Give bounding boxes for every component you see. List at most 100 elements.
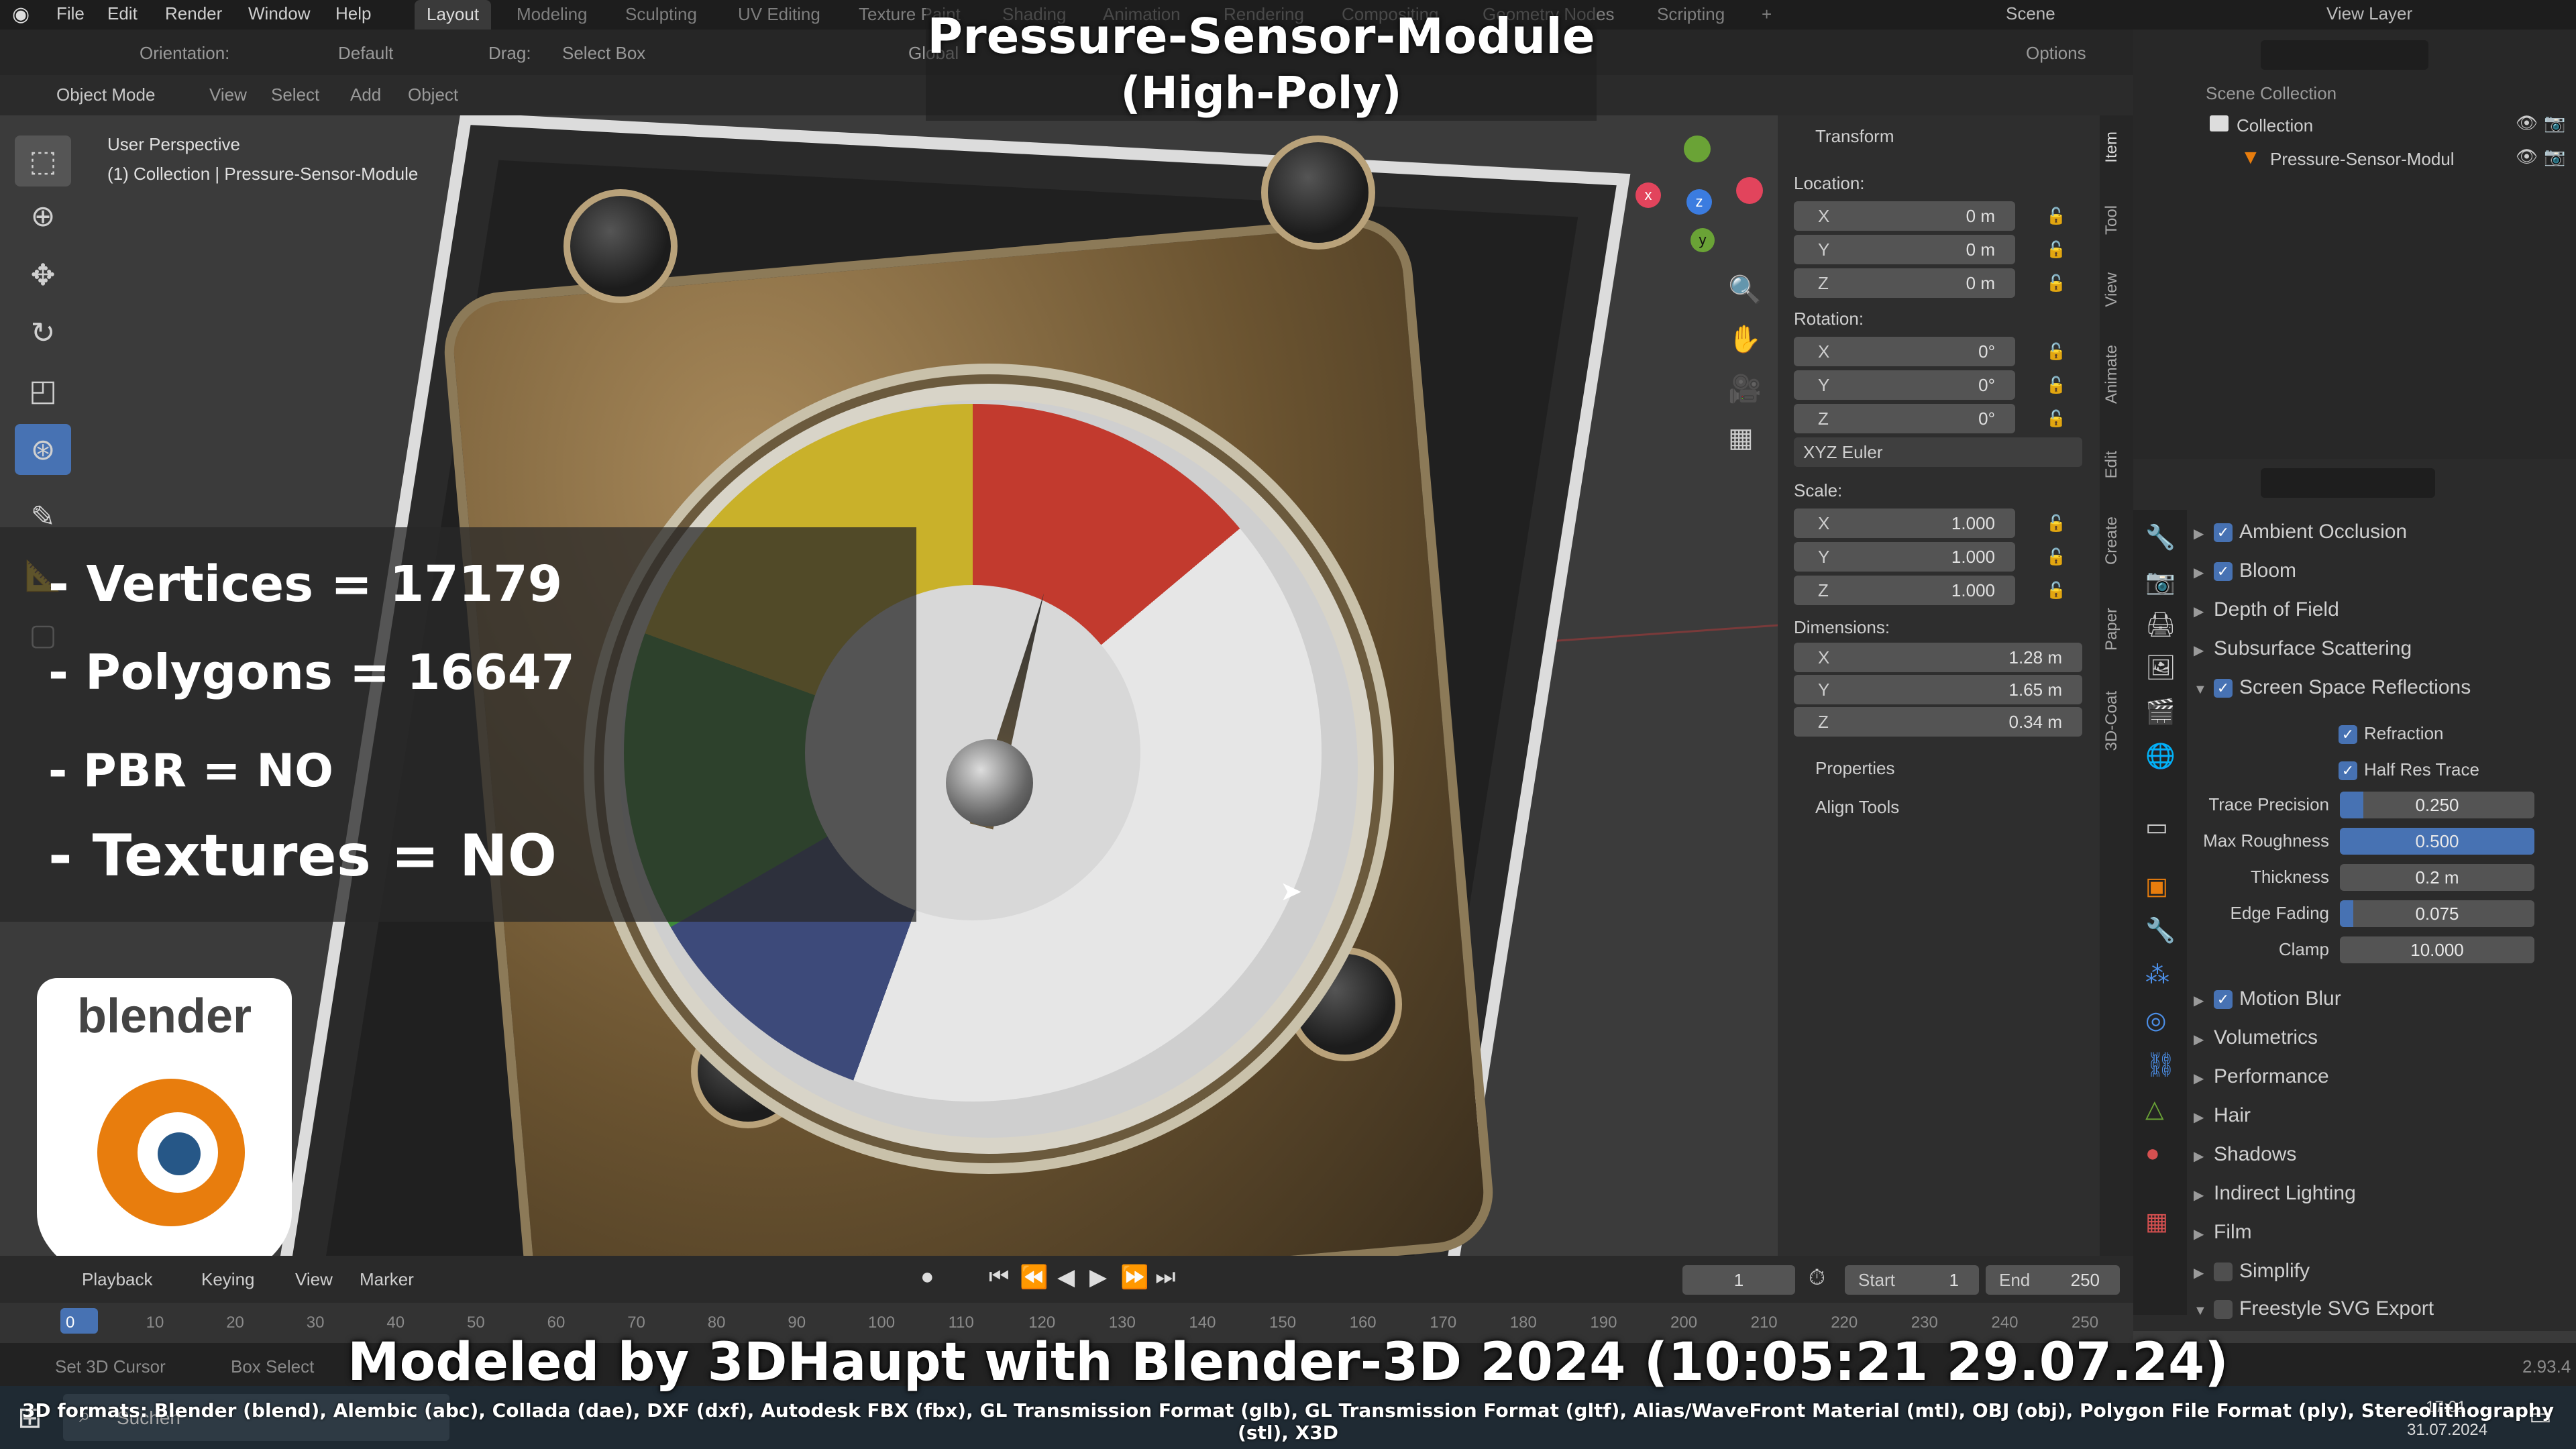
- transform-header[interactable]: Transform: [1815, 126, 1894, 147]
- clamp-field[interactable]: 10.000: [2340, 936, 2534, 963]
- data-tab-icon[interactable]: △: [2145, 1095, 2164, 1123]
- shadows-panel[interactable]: ▶ Shadows: [2194, 1138, 2296, 1171]
- performance-panel[interactable]: ▶ Performance: [2194, 1060, 2329, 1093]
- scale-z-field[interactable]: Z 1.000: [1794, 576, 2015, 605]
- render-tab-icon[interactable]: 📷: [2145, 568, 2176, 596]
- start-frame-field[interactable]: Start 1: [1845, 1265, 1979, 1295]
- current-frame-field[interactable]: 1: [1682, 1265, 1795, 1295]
- location-y-field[interactable]: Y 0 m: [1794, 235, 2015, 264]
- checkbox-unchecked[interactable]: [2214, 1263, 2233, 1282]
- camera-view-icon[interactable]: 🎥: [1728, 373, 1762, 405]
- edge-fading-slider[interactable]: 0.075: [2340, 900, 2534, 927]
- bloom-panel[interactable]: ▶ ✓ Bloom: [2194, 554, 2296, 588]
- checkbox-checked[interactable]: ✓: [2214, 562, 2233, 582]
- gizmo-neg-x-axis[interactable]: x: [1635, 182, 1661, 208]
- perspective-toggle-icon[interactable]: ▦: [1728, 423, 1754, 453]
- checkbox-checked[interactable]: ✓: [2339, 761, 2357, 781]
- lock-icon[interactable]: 🔓: [2046, 240, 2066, 259]
- menu-file[interactable]: File: [56, 0, 85, 30]
- menu-object[interactable]: Object: [408, 85, 458, 105]
- checkbox-checked[interactable]: ✓: [2214, 679, 2233, 698]
- freestyle-svg-export-panel[interactable]: ▼ Freestyle SVG Export: [2194, 1292, 2434, 1326]
- timeline-view-menu[interactable]: View: [295, 1269, 333, 1290]
- constraints-tab-icon[interactable]: ⛓: [2145, 1051, 2176, 1079]
- checkbox-unchecked[interactable]: [2214, 1300, 2233, 1320]
- render-camera-icon[interactable]: 📷: [2544, 113, 2565, 133]
- sidebar-tab-paper[interactable]: Paper: [2102, 608, 2129, 651]
- jump-end-icon[interactable]: ⏭: [1155, 1264, 1176, 1290]
- rotation-z-field[interactable]: Z 0°: [1794, 404, 2015, 433]
- lock-icon[interactable]: 🔓: [2046, 342, 2066, 361]
- world-tab-icon[interactable]: 🌐: [2145, 742, 2176, 770]
- modifier-tab-icon[interactable]: 🔧: [2145, 916, 2176, 945]
- drag-dropdown[interactable]: Select Box: [562, 43, 645, 64]
- refraction-checkbox-row[interactable]: ✓ Refraction: [2339, 716, 2444, 750]
- scene-selector[interactable]: Scene: [2006, 0, 2055, 30]
- outliner-object[interactable]: Pressure-Sensor-Modul: [2270, 149, 2455, 170]
- lock-icon[interactable]: 🔓: [2046, 207, 2066, 225]
- sidebar-tab-tool[interactable]: Tool: [2102, 205, 2129, 235]
- sidebar-tab-view[interactable]: View: [2102, 272, 2129, 307]
- screen-space-reflections-panel[interactable]: ▼ ✓ Screen Space Reflections: [2194, 671, 2471, 704]
- properties-panel-header[interactable]: Properties: [1815, 758, 1895, 779]
- blender-menu-icon[interactable]: ◉: [12, 3, 30, 26]
- gizmo-y-axis[interactable]: [1684, 136, 1711, 162]
- object-tab-icon[interactable]: ▣: [2145, 872, 2168, 900]
- sidebar-tab-3d-coat[interactable]: 3D-Coat: [2102, 691, 2129, 751]
- scale-tool-icon[interactable]: ◰: [15, 365, 71, 416]
- lock-icon[interactable]: 🔓: [2046, 376, 2066, 394]
- menu-view[interactable]: View: [209, 85, 247, 105]
- menu-window[interactable]: Window: [248, 0, 310, 30]
- prev-keyframe-icon[interactable]: ⏪: [1020, 1264, 1048, 1291]
- depth-of-field-panel[interactable]: ▶ Depth of Field: [2194, 593, 2339, 627]
- pan-hand-icon[interactable]: ✋: [1728, 323, 1762, 355]
- add-workspace-icon[interactable]: +: [1762, 0, 1772, 30]
- tool-tab-icon[interactable]: 🔧: [2145, 523, 2176, 551]
- gizmo-neg-y-axis[interactable]: y: [1690, 228, 1715, 252]
- render-camera-icon[interactable]: 📷: [2544, 146, 2565, 167]
- properties-search-field[interactable]: [2261, 468, 2435, 498]
- volumetrics-panel[interactable]: ▶ Volumetrics: [2194, 1021, 2318, 1055]
- transform-tool-icon[interactable]: ⊛: [15, 424, 71, 475]
- scene-tab-icon[interactable]: 🎬: [2145, 698, 2176, 726]
- lock-icon[interactable]: 🔓: [2046, 409, 2066, 428]
- tab-layout[interactable]: Layout: [415, 0, 492, 30]
- tab-uv-editing[interactable]: UV Editing: [738, 0, 820, 30]
- play-icon[interactable]: ▶: [1089, 1264, 1107, 1291]
- location-x-field[interactable]: X 0 m: [1794, 201, 2015, 231]
- keying-menu[interactable]: Keying: [201, 1269, 255, 1290]
- lock-icon[interactable]: 🔓: [2046, 581, 2066, 600]
- align-tools-panel-header[interactable]: Align Tools: [1815, 797, 1899, 818]
- rotation-x-field[interactable]: X 0°: [1794, 337, 2015, 366]
- rotation-y-field[interactable]: Y 0°: [1794, 370, 2015, 400]
- particles-tab-icon[interactable]: ⁂: [2145, 961, 2169, 989]
- view-layer-selector[interactable]: View Layer: [2326, 0, 2412, 30]
- select-box-tool-icon[interactable]: ⬚: [15, 136, 71, 186]
- dimension-y-field[interactable]: Y 1.65 m: [1794, 675, 2082, 704]
- menu-select[interactable]: Select: [271, 85, 319, 105]
- checkbox-checked[interactable]: ✓: [2214, 523, 2233, 543]
- end-frame-field[interactable]: End 250: [1986, 1265, 2120, 1295]
- tab-scripting[interactable]: Scripting: [1657, 0, 1725, 30]
- sidebar-tab-create[interactable]: Create: [2102, 517, 2129, 565]
- view-layer-tab-icon[interactable]: 🖼: [2145, 653, 2176, 682]
- simplify-panel[interactable]: ▶ Simplify: [2194, 1254, 2310, 1288]
- clock-icon[interactable]: ⏱: [1809, 1265, 1825, 1291]
- menu-render[interactable]: Render: [165, 0, 222, 30]
- checkbox-checked[interactable]: ✓: [2339, 725, 2357, 745]
- material-tab-icon[interactable]: ●: [2145, 1139, 2160, 1167]
- lock-icon[interactable]: 🔓: [2046, 547, 2066, 566]
- menu-help[interactable]: Help: [335, 0, 371, 30]
- subsurface-scattering-panel[interactable]: ▶ Subsurface Scattering: [2194, 632, 2412, 665]
- ambient-occlusion-panel[interactable]: ▶ ✓ Ambient Occlusion: [2194, 515, 2407, 549]
- lock-icon[interactable]: 🔓: [2046, 514, 2066, 533]
- keyframe-record-icon[interactable]: ●: [920, 1264, 934, 1290]
- marker-menu[interactable]: Marker: [360, 1269, 414, 1290]
- dimension-z-field[interactable]: Z 0.34 m: [1794, 707, 2082, 737]
- cursor-tool-icon[interactable]: ⊕: [15, 191, 71, 241]
- location-z-field[interactable]: Z 0 m: [1794, 268, 2015, 298]
- outliner-scene-collection[interactable]: Scene Collection: [2206, 83, 2337, 104]
- object-mode-dropdown[interactable]: Object Mode: [56, 85, 155, 105]
- checkbox-checked[interactable]: ✓: [2214, 990, 2233, 1010]
- visibility-eye-icon[interactable]: 👁: [2516, 113, 2538, 133]
